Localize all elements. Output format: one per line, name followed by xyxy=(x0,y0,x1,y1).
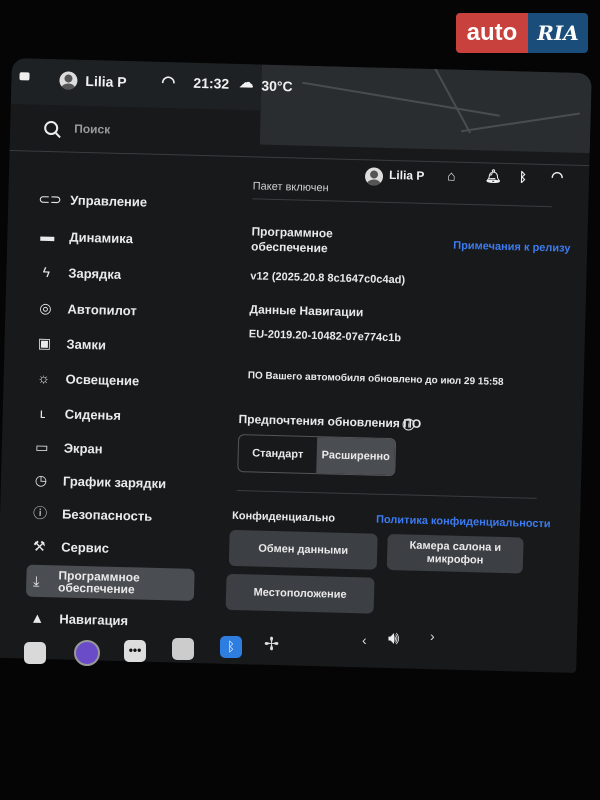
sun-icon: ☼ xyxy=(37,369,51,387)
status-user-name[interactable]: Lilia P xyxy=(85,73,127,90)
sidebar-item-controls[interactable]: ⊂⊃ Управление xyxy=(38,184,219,219)
screen: Lilia P ◠ 21:32 ☁ 30°C Поиск Lilia P ⌂ 🔔… xyxy=(0,58,592,673)
sidebar-item-locks[interactable]: ▣ Замки xyxy=(34,328,215,363)
sidebar-item-autopilot[interactable]: ◎ Автопилот xyxy=(35,293,216,328)
download-icon: ⤓ xyxy=(33,572,40,589)
watermark-auto: auto xyxy=(456,13,528,53)
sidebar-item-display[interactable]: ▭ Экран xyxy=(31,432,212,467)
search-bar[interactable]: Поиск xyxy=(30,115,281,152)
content-divider-top xyxy=(252,198,553,208)
camera-icon[interactable] xyxy=(74,640,100,666)
nav-data-title: Данные Навигации xyxy=(249,302,364,320)
update-option-advanced[interactable]: Расширенно xyxy=(316,437,396,476)
sidebar-item-service[interactable]: ⚒ Сервис xyxy=(29,531,210,566)
toggle-icon: ⊂⊃ xyxy=(38,190,63,207)
app-launcher-icon[interactable] xyxy=(24,642,46,664)
update-pref-title: Предпочтения обновления ПО xyxy=(238,412,422,431)
fan-icon[interactable]: ✢ xyxy=(264,634,286,656)
cabin-camera-button[interactable]: Камера салона и микрофон xyxy=(386,533,524,574)
software-version: v12 (2025.20.8 8c1647c0c4ad) xyxy=(250,270,406,287)
software-title: Программное обеспечение xyxy=(250,224,333,256)
info-icon[interactable] xyxy=(172,638,194,660)
privacy-title: Конфиденциально xyxy=(231,509,336,525)
wrench-icon: ⚒ xyxy=(32,537,46,554)
data-sharing-button[interactable]: Обмен данными xyxy=(228,529,378,570)
header-divider xyxy=(9,149,590,167)
lock-icon[interactable] xyxy=(19,72,30,81)
bolt-icon: ϟ xyxy=(42,263,51,281)
sidebar-item-dynamics[interactable]: ▬ Динамика xyxy=(37,221,218,256)
sidebar-item-safety[interactable]: ⓘ Безопасность xyxy=(30,498,211,533)
display-icon: ▭ xyxy=(35,438,49,455)
search-icon xyxy=(43,120,59,136)
nav-data-version: EU-2019.20-10482-07e774c1b xyxy=(248,328,402,345)
watermark-ria: RIA xyxy=(528,13,588,53)
steering-wheel-icon: ◎ xyxy=(39,299,52,316)
wifi-header-icon[interactable]: ◠ xyxy=(551,168,564,185)
search-input[interactable]: Поиск xyxy=(74,122,110,137)
update-status-text: ПО Вашего автомобиля обновлено до июл 29… xyxy=(247,370,504,388)
sidebar-item-charging[interactable]: ϟ Зарядка xyxy=(36,257,217,292)
location-button[interactable]: Местоположение xyxy=(225,573,375,614)
more-icon[interactable]: ••• xyxy=(124,640,146,662)
seat-icon: ʟ xyxy=(39,404,46,421)
lock-icon: ▣ xyxy=(37,334,52,351)
chevron-left-icon[interactable]: ‹ xyxy=(362,632,367,648)
sidebar-item-charge-schedule[interactable]: ◷ График зарядки xyxy=(31,465,212,500)
garage-icon[interactable]: ⌂ xyxy=(447,167,456,183)
dock: ••• ᛒ ✢ ‹ 🔊︎ › xyxy=(0,620,600,680)
header-user-name[interactable]: Lilia P xyxy=(389,168,425,183)
weather-icon: ☁ xyxy=(239,73,254,91)
sidebar-item-lights[interactable]: ☼ Освещение xyxy=(33,363,214,398)
header-avatar-icon[interactable] xyxy=(364,167,384,186)
status-temperature: 30°C xyxy=(261,77,293,95)
status-time: 21:32 xyxy=(193,74,230,92)
sidebar-item-software[interactable]: ⤓ Программное обеспечение xyxy=(25,564,195,601)
shield-icon: ⓘ xyxy=(32,504,48,522)
sidebar-item-seats[interactable]: ʟ Сиденья xyxy=(32,398,213,433)
alarm-clock-icon: ◷ xyxy=(34,471,48,488)
volume-icon[interactable]: 🔊︎ xyxy=(388,628,399,649)
privacy-policy-link[interactable]: Политика конфиденциальности xyxy=(376,514,551,531)
update-option-standard[interactable]: Стандарт xyxy=(238,435,317,473)
map-background xyxy=(259,58,592,154)
bluetooth-header-icon[interactable]: ᛒ xyxy=(519,169,527,184)
bluetooth-icon[interactable]: ᛒ xyxy=(220,636,242,658)
release-notes-link[interactable]: Примечания к релизу xyxy=(453,240,570,255)
user-avatar-icon[interactable] xyxy=(59,71,78,90)
chevron-right-icon[interactable]: › xyxy=(430,628,435,644)
car-icon: ▬ xyxy=(40,227,55,245)
wifi-icon: ◠ xyxy=(161,73,176,92)
package-status: Пакет включен xyxy=(252,180,329,195)
bell-icon[interactable]: 🔔︎ xyxy=(485,168,502,184)
content-divider-mid xyxy=(236,490,537,499)
update-preference-toggle[interactable]: Стандарт Расширенно xyxy=(237,434,397,477)
